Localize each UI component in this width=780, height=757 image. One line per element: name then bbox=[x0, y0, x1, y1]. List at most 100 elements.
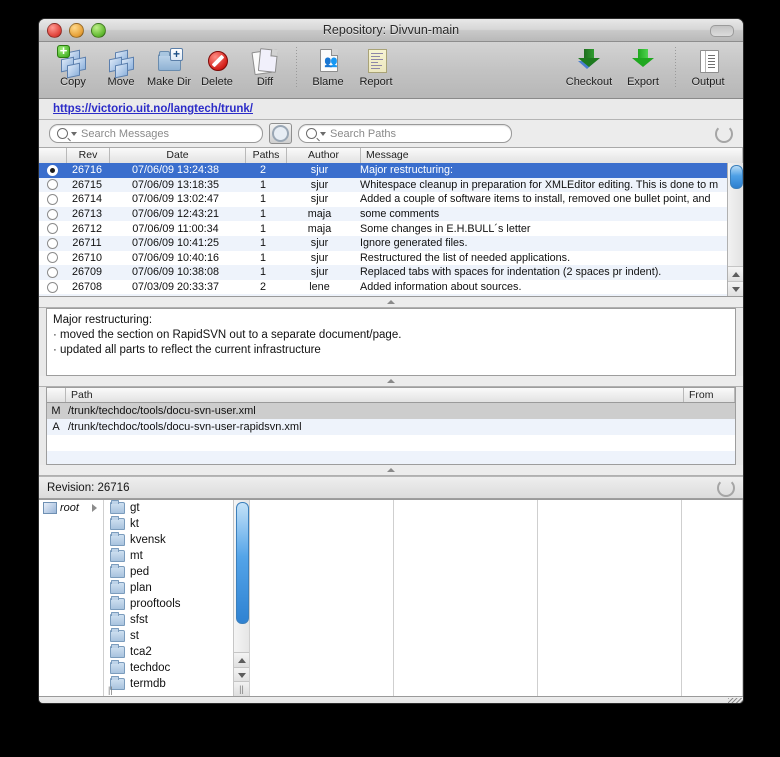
message-line: · updated all parts to reflect the curre… bbox=[53, 344, 321, 356]
browser-folder-item[interactable]: kvensk bbox=[104, 532, 249, 548]
browser-column-4[interactable] bbox=[538, 500, 682, 696]
browser-scrollbar[interactable]: || bbox=[233, 500, 249, 696]
log-scrollbar[interactable] bbox=[727, 163, 743, 296]
table-row[interactable]: 26716 07/06/09 13:24:38 2 sjur Major restruc… bbox=[39, 163, 728, 178]
browser-folder-item[interactable]: sfst bbox=[104, 612, 249, 628]
repository-column-browser: root gt kt kvensk mt ped plan prooftools sfst st… bbox=[39, 499, 743, 696]
browser-column-grip[interactable]: || bbox=[104, 682, 249, 696]
browser-scroll-down-button[interactable] bbox=[234, 667, 249, 682]
browser-column-5[interactable] bbox=[682, 500, 743, 696]
commit-message-panel[interactable]: Major restructuring: · moved the section … bbox=[46, 308, 736, 376]
browser-folder-item[interactable]: kt bbox=[104, 516, 249, 532]
search-paths-field[interactable]: Search Paths bbox=[298, 124, 512, 143]
table-row[interactable]: 26713 07/06/09 12:43:21 1 maja some comments bbox=[39, 206, 728, 222]
column-header-icon[interactable] bbox=[39, 148, 67, 163]
row-selector[interactable] bbox=[39, 237, 66, 249]
browser-folder-item[interactable]: mt bbox=[104, 548, 249, 564]
toolbar-button-delete[interactable]: Delete bbox=[193, 45, 241, 88]
scroll-up-button[interactable] bbox=[728, 266, 743, 281]
message-line: Major restructuring: bbox=[53, 314, 153, 326]
column-header-author[interactable]: Author bbox=[287, 148, 361, 163]
cell-action: M bbox=[51, 405, 61, 417]
table-row[interactable]: 2670707/03/09 16:41:481leneAdded names f… bbox=[39, 294, 728, 296]
refresh-icon[interactable] bbox=[715, 124, 733, 143]
toolbar-button-move[interactable]: Move bbox=[97, 45, 145, 88]
browser-column-2[interactable] bbox=[250, 500, 394, 696]
table-row[interactable]: 26715 07/06/09 13:18:35 1 sjur Whitespace cl… bbox=[39, 177, 728, 193]
toolbar-button-make-dir[interactable]: + Make Dir bbox=[145, 45, 193, 88]
table-row[interactable]: 26710 07/06/09 10:40:16 1 sjur Restructured … bbox=[39, 251, 728, 266]
refresh-icon[interactable] bbox=[717, 478, 735, 497]
paths-column-header-from[interactable]: From bbox=[684, 388, 735, 402]
table-row[interactable]: 26714 07/06/09 13:02:47 1 sjur Added a coupl… bbox=[39, 192, 728, 207]
minimize-button[interactable] bbox=[69, 23, 84, 38]
row-selector[interactable] bbox=[39, 223, 66, 235]
window-resize-grip[interactable] bbox=[728, 698, 743, 703]
paths-column-header-path[interactable]: Path bbox=[66, 388, 684, 402]
row-selector[interactable] bbox=[39, 266, 66, 278]
toolbar-label-delete: Delete bbox=[201, 76, 233, 88]
zoom-button[interactable] bbox=[91, 23, 106, 38]
cell-message: Restructured the list of needed applicat… bbox=[360, 251, 571, 264]
row-selector[interactable] bbox=[39, 252, 66, 264]
folder-icon bbox=[110, 628, 125, 642]
scroll-down-button[interactable] bbox=[728, 281, 743, 296]
output-icon bbox=[694, 45, 722, 75]
row-selector[interactable] bbox=[39, 164, 66, 176]
toolbar-button-report[interactable]: Report bbox=[352, 45, 400, 88]
browser-folder-item[interactable]: tca2 bbox=[104, 644, 249, 660]
row-selector[interactable] bbox=[39, 193, 66, 205]
toolbar-button-export[interactable]: Export bbox=[618, 45, 668, 88]
toolbar-button-checkout[interactable]: Checkout bbox=[560, 45, 618, 88]
table-row[interactable]: 26708 07/03/09 20:33:37 2 lene Added informa… bbox=[39, 280, 728, 295]
move-icon bbox=[107, 45, 135, 78]
toolbar-button-blame[interactable]: 👥 Blame bbox=[304, 45, 352, 88]
column-header-rev[interactable]: Rev bbox=[67, 148, 110, 163]
splitter-log-message[interactable] bbox=[39, 297, 743, 308]
toolbar-button-output[interactable]: Output bbox=[683, 45, 733, 88]
log-scrollbar-thumb[interactable] bbox=[730, 165, 743, 189]
browser-item-root[interactable]: root bbox=[39, 500, 103, 516]
splitter-paths-browser[interactable] bbox=[39, 465, 743, 476]
browser-folder-item[interactable]: gt bbox=[104, 500, 249, 516]
row-selector[interactable] bbox=[39, 281, 66, 293]
column-header-paths[interactable]: Paths bbox=[246, 148, 287, 163]
row-selector[interactable] bbox=[39, 179, 66, 191]
paths-table-row[interactable]: A/trunk/techdoc/tools/docu-svn-user-rapi… bbox=[47, 419, 735, 435]
title-bar[interactable]: Repository: Divvun-main bbox=[39, 19, 743, 42]
splitter-message-paths[interactable] bbox=[39, 376, 743, 387]
paths-column-header-action[interactable] bbox=[47, 388, 66, 402]
cell-author: sjur bbox=[310, 178, 329, 191]
table-row[interactable]: 26712 07/06/09 11:00:34 1 maja Some changes … bbox=[39, 221, 728, 236]
cell-paths: 1 bbox=[259, 208, 266, 221]
toolbar-button-diff[interactable]: Diff bbox=[241, 45, 289, 88]
column-header-message[interactable]: Message bbox=[361, 148, 743, 163]
close-button[interactable] bbox=[47, 23, 62, 38]
row-selector[interactable] bbox=[39, 208, 66, 220]
browser-folder-item[interactable]: techdoc bbox=[104, 660, 249, 676]
browser-folder-item[interactable]: plan bbox=[104, 580, 249, 596]
table-row[interactable]: 26709 07/06/09 10:38:08 1 sjur Replaced tabs… bbox=[39, 265, 728, 280]
toolbar-toggle-button[interactable] bbox=[710, 25, 734, 37]
search-bar: Search Messages Search Paths bbox=[39, 120, 743, 148]
browser-scroll-up-button[interactable] bbox=[234, 652, 249, 667]
browser-folder-label: sfst bbox=[130, 614, 148, 626]
table-row[interactable]: 26711 07/06/09 10:41:25 1 sjur Ignore genera… bbox=[39, 235, 728, 251]
cell-message: Ignore generated files. bbox=[360, 237, 468, 250]
repository-url-link[interactable]: https://victorio.uit.no/langtech/trunk/ bbox=[53, 103, 253, 115]
browser-column-trunk[interactable]: gt kt kvensk mt ped plan prooftools sfst st tca2 t… bbox=[104, 500, 250, 696]
browser-scrollbar-thumb[interactable] bbox=[236, 502, 249, 624]
browser-folder-item[interactable]: ped bbox=[104, 564, 249, 580]
search-messages-field[interactable]: Search Messages bbox=[49, 124, 263, 143]
radio-icon bbox=[47, 179, 58, 191]
browser-folder-item[interactable]: prooftools bbox=[104, 596, 249, 612]
browser-folder-item[interactable]: st bbox=[104, 628, 249, 644]
browser-column-3[interactable] bbox=[394, 500, 538, 696]
paths-table-row[interactable]: M/trunk/techdoc/tools/docu-svn-user.xml bbox=[47, 403, 735, 419]
browser-folder-label: st bbox=[130, 630, 139, 642]
column-header-date[interactable]: Date bbox=[110, 148, 246, 163]
toolbar-button-copy[interactable]: + Copy bbox=[49, 44, 97, 88]
browser-column-root[interactable]: root bbox=[39, 500, 104, 696]
search-icon bbox=[57, 128, 68, 139]
search-options-button[interactable] bbox=[269, 123, 292, 144]
